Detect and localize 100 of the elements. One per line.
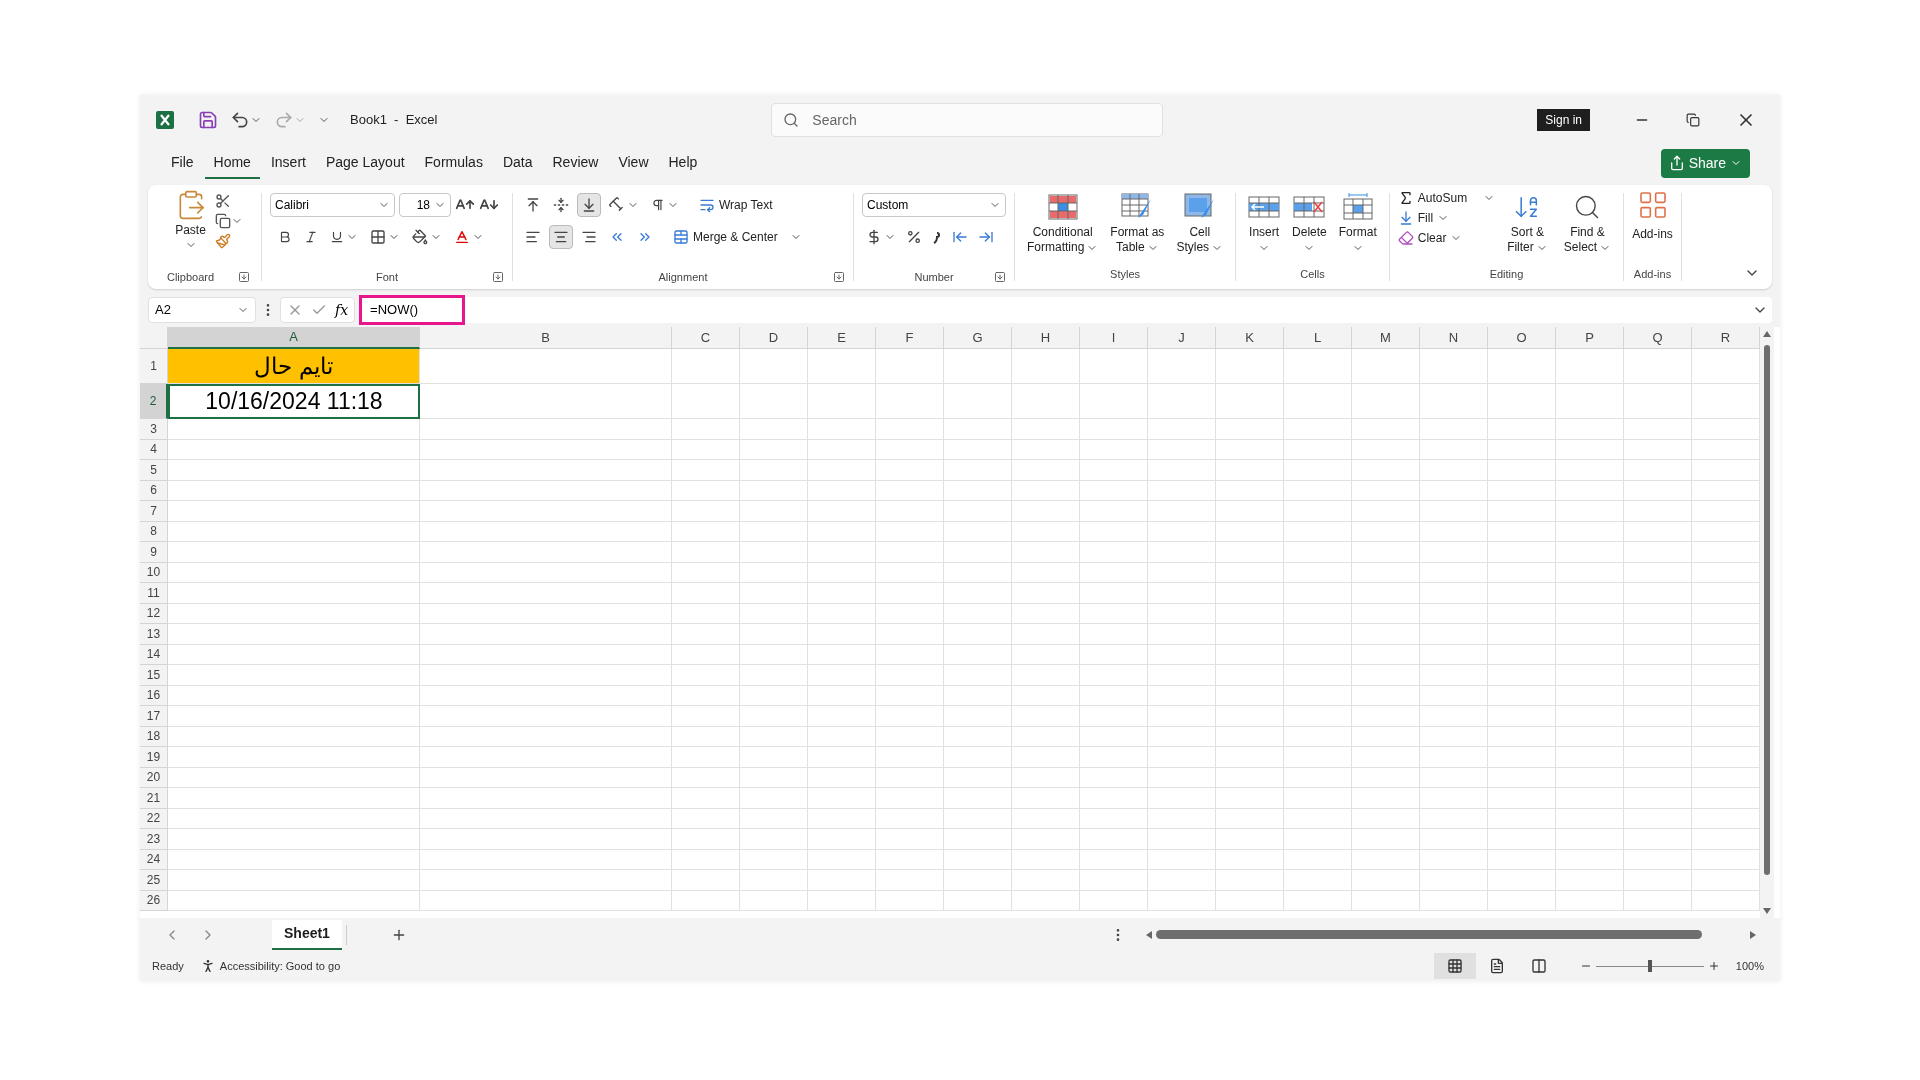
add-ins-button[interactable]: Add-ins	[1632, 185, 1673, 261]
row-header[interactable]: 7	[140, 501, 168, 522]
name-box[interactable]: A2	[148, 297, 256, 323]
row-header[interactable]: 19	[140, 747, 168, 768]
menu-tab[interactable]: Insert	[261, 147, 315, 179]
copy-icon[interactable]	[214, 213, 231, 229]
merge-center-button[interactable]: Merge & Center	[673, 228, 802, 246]
column-header[interactable]: A	[168, 327, 420, 349]
column-header[interactable]: B	[420, 327, 672, 349]
row-header[interactable]: 17	[140, 706, 168, 727]
row-header[interactable]: 13	[140, 624, 168, 645]
row-header[interactable]: 12	[140, 603, 168, 624]
column-header[interactable]: O	[1488, 327, 1556, 349]
save-icon[interactable]	[198, 110, 218, 130]
column-header[interactable]: E	[808, 327, 876, 349]
row-header[interactable]: 10	[140, 562, 168, 583]
row-header[interactable]: 3	[140, 419, 168, 440]
menu-tab[interactable]: View	[609, 147, 658, 179]
format-painter-icon[interactable]	[214, 233, 231, 249]
zoom-in-icon[interactable]	[1707, 960, 1720, 972]
style-button[interactable]: Format as Table	[1106, 185, 1169, 261]
cut-icon[interactable]	[214, 193, 231, 209]
menu-tab[interactable]: Home	[204, 147, 260, 179]
launcher-icon[interactable]	[994, 270, 1006, 283]
row-header[interactable]: 5	[140, 460, 168, 481]
menu-tab[interactable]: File	[162, 147, 203, 179]
column-header[interactable]: C	[672, 327, 740, 349]
zoom-slider[interactable]	[1595, 959, 1704, 973]
launcher-icon[interactable]	[492, 270, 504, 283]
row-header[interactable]: 8	[140, 521, 168, 542]
menu-tab[interactable]: Page Layout	[316, 147, 414, 179]
cells-button[interactable]: Delete	[1288, 185, 1331, 261]
font-name-field[interactable]: Calibri	[270, 193, 395, 217]
sheet-tab[interactable]: Sheet1	[272, 919, 342, 950]
row-header[interactable]: 9	[140, 542, 168, 563]
zoom-level[interactable]: 100%	[1735, 957, 1764, 975]
slider-thumb[interactable]	[1647, 960, 1652, 972]
insert-function-button[interactable]: fx	[335, 299, 349, 321]
number-format-field[interactable]: Custom	[862, 193, 1006, 217]
row-header[interactable]: 20	[140, 767, 168, 788]
font-size-field[interactable]: 18	[399, 193, 451, 217]
row-header[interactable]: 16	[140, 685, 168, 706]
column-header[interactable]: I	[1080, 327, 1148, 349]
row-header[interactable]: 15	[140, 665, 168, 686]
row-header[interactable]: 21	[140, 788, 168, 809]
table-cell[interactable]: 10/16/2024 11:18	[168, 384, 420, 419]
paste-button[interactable]: Paste	[174, 189, 207, 269]
horizontal-scrollbar[interactable]	[1146, 930, 1756, 939]
column-header[interactable]: K	[1216, 327, 1284, 349]
formula-field[interactable]: =NOW()	[359, 297, 1772, 323]
menu-tab[interactable]: Formulas	[415, 147, 492, 179]
restore-icon[interactable]	[1686, 113, 1700, 127]
row-header[interactable]: 23	[140, 829, 168, 850]
cells-button[interactable]: Format	[1334, 185, 1381, 261]
accessibility-button[interactable]: Accessibility: Good to go	[199, 957, 341, 975]
style-button[interactable]: Cell Styles	[1172, 185, 1228, 261]
launcher-icon[interactable]	[833, 270, 845, 283]
style-button[interactable]: Conditional Formatting	[1023, 185, 1103, 261]
menu-tab[interactable]: Review	[543, 147, 608, 179]
redo-icon[interactable]	[274, 110, 294, 130]
column-header[interactable]: G	[944, 327, 1012, 349]
column-header[interactable]: F	[876, 327, 944, 349]
menu-tab[interactable]: Help	[659, 147, 707, 179]
column-header[interactable]: P	[1556, 327, 1624, 349]
row-header[interactable]: 18	[140, 726, 168, 747]
clear-button[interactable]: Clear	[1397, 229, 1496, 247]
column-header[interactable]: D	[740, 327, 808, 349]
view-button[interactable]	[1433, 953, 1476, 979]
row-header[interactable]: 11	[140, 583, 168, 604]
column-header[interactable]: H	[1012, 327, 1080, 349]
wrap-text-button[interactable]: Wrap Text	[699, 196, 773, 214]
row-header[interactable]: 2	[140, 384, 168, 419]
row-header[interactable]: 14	[140, 644, 168, 665]
row-header[interactable]: 26	[140, 890, 168, 911]
row-header[interactable]: 22	[140, 808, 168, 829]
search-field[interactable]: Search	[771, 103, 1164, 137]
row-header[interactable]: 1	[140, 349, 168, 384]
row-header[interactable]: 6	[140, 480, 168, 501]
menu-tab[interactable]: Data	[493, 147, 542, 179]
editing-button[interactable]: Find & Select	[1559, 185, 1616, 261]
table-cell[interactable]: تایم حال	[168, 349, 420, 384]
autosum-button[interactable]: AutoSum	[1397, 189, 1496, 207]
column-header[interactable]: L	[1284, 327, 1352, 349]
column-header[interactable]: N	[1420, 327, 1488, 349]
editing-button[interactable]: Sort & Filter	[1503, 185, 1552, 261]
row-header[interactable]: 24	[140, 849, 168, 870]
launcher-icon[interactable]	[238, 270, 251, 283]
cells-button[interactable]: Insert	[1244, 185, 1285, 261]
share-button[interactable]: Share	[1660, 148, 1750, 178]
sign-in-button[interactable]: Sign in	[1537, 109, 1590, 131]
align-button[interactable]	[577, 193, 601, 217]
column-header[interactable]: M	[1352, 327, 1420, 349]
align-button[interactable]	[549, 225, 573, 249]
column-header[interactable]: J	[1148, 327, 1216, 349]
fill-button[interactable]: Fill	[1397, 209, 1496, 227]
column-header[interactable]: Q	[1624, 327, 1692, 349]
undo-icon[interactable]	[230, 110, 250, 130]
row-header[interactable]: 4	[140, 439, 168, 460]
row-header[interactable]: 25	[140, 870, 168, 891]
align-left-icon	[525, 229, 541, 245]
